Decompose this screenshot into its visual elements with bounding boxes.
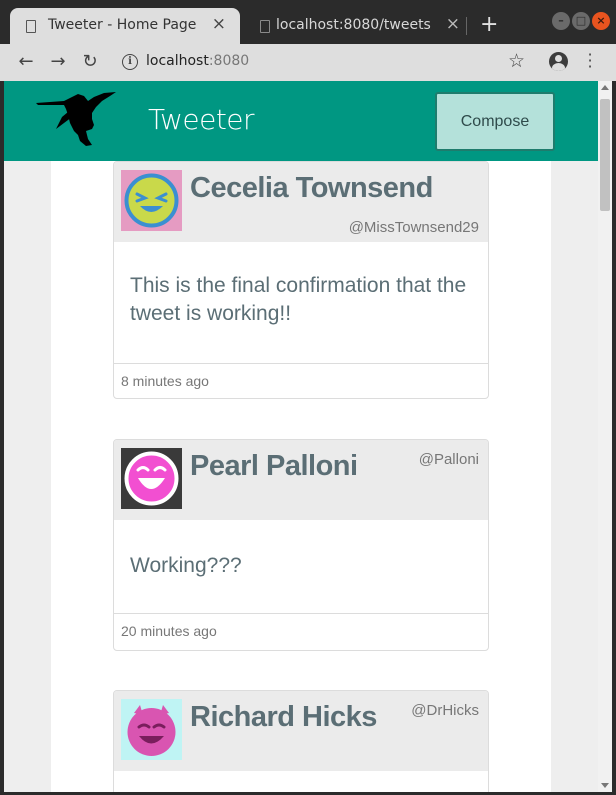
url-host: localhost	[146, 53, 209, 69]
tweet-card: Richard Hicks @DrHicks	[113, 690, 489, 792]
tweet-timestamp: 8 minutes ago	[121, 373, 209, 389]
scroll-down-icon[interactable]	[601, 783, 609, 788]
page-scrollbar[interactable]	[598, 81, 612, 792]
reload-icon[interactable]: ↻	[78, 50, 102, 74]
close-icon[interactable]: ×	[446, 14, 460, 34]
tweet-header: Pearl Palloni @Palloni	[114, 440, 488, 520]
scrollbar-thumb[interactable]	[600, 99, 610, 211]
tweet-feed: Cecelia Townsend @MissTownsend29 This is…	[51, 161, 551, 792]
tweet-author-handle: @DrHicks	[411, 702, 479, 719]
address-bar[interactable]: localhost:8080	[146, 53, 249, 69]
menu-dots-icon[interactable]: · · ·	[586, 47, 594, 75]
brand-title: Tweeter	[148, 103, 255, 136]
tweet-text: This is the final confirmation that the …	[130, 274, 467, 325]
close-icon[interactable]: ×	[212, 14, 226, 34]
info-icon[interactable]: i	[122, 54, 138, 70]
laughing-face-avatar-icon	[121, 170, 182, 231]
scroll-up-icon[interactable]	[601, 85, 609, 90]
tweet-author-handle: @Palloni	[418, 451, 479, 468]
tab-home[interactable]: Tweeter - Home Page ×	[10, 8, 240, 44]
tweet-timestamp: 20 minutes ago	[121, 623, 217, 639]
tab-tweets[interactable]: localhost:8080/tweets ×	[244, 8, 466, 44]
compose-button[interactable]: Compose	[435, 92, 555, 151]
new-tab-icon[interactable]: +	[480, 12, 498, 38]
tab-separator	[466, 17, 467, 35]
account-icon[interactable]	[549, 52, 568, 71]
back-arrow-icon[interactable]: ←	[14, 50, 38, 74]
tab-bar: Tweeter - Home Page × localhost:8080/twe…	[0, 0, 616, 44]
url-port: :8080	[208, 53, 250, 69]
tweet-card: Cecelia Townsend @MissTownsend29 This is…	[113, 161, 489, 399]
forward-arrow-icon[interactable]: →	[46, 50, 70, 74]
page-viewport: Tweeter Compose Cecelia Townsend @MissTo…	[4, 81, 598, 792]
tab-title: localhost:8080/tweets	[276, 17, 431, 33]
tab-title: Tweeter - Home Page	[48, 17, 197, 33]
devil-face-avatar-icon	[121, 699, 182, 760]
bookmark-star-icon[interactable]: ☆	[508, 50, 525, 72]
tweet-author-name: Cecelia Townsend	[190, 172, 433, 204]
page-icon	[26, 20, 36, 33]
tweet-text: Working???	[130, 554, 242, 577]
tweet-card: Pearl Palloni @Palloni Working??? 20 min…	[113, 439, 489, 651]
laughing-face-avatar-icon	[121, 448, 182, 509]
browser-toolbar: ← → ↻ i localhost:8080 ☆ · · ·	[0, 44, 616, 81]
maximize-icon[interactable]: □	[572, 12, 590, 30]
tweet-header: Richard Hicks @DrHicks	[114, 691, 488, 771]
tweet-author-name: Richard Hicks	[190, 701, 377, 733]
tweet-author-name: Pearl Palloni	[190, 450, 358, 482]
hummingbird-logo-icon	[36, 92, 116, 146]
tweet-footer: 20 minutes ago	[114, 613, 488, 649]
tweet-header: Cecelia Townsend @MissTownsend29	[114, 162, 488, 242]
window-frame	[612, 81, 616, 795]
page-icon	[260, 20, 270, 33]
app-navbar: Tweeter Compose	[4, 81, 598, 161]
window-close-icon[interactable]: ×	[592, 12, 610, 30]
tweet-author-handle: @MissTownsend29	[348, 219, 479, 236]
tweet-footer: 8 minutes ago	[114, 363, 488, 398]
minimize-icon[interactable]: –	[552, 12, 570, 30]
